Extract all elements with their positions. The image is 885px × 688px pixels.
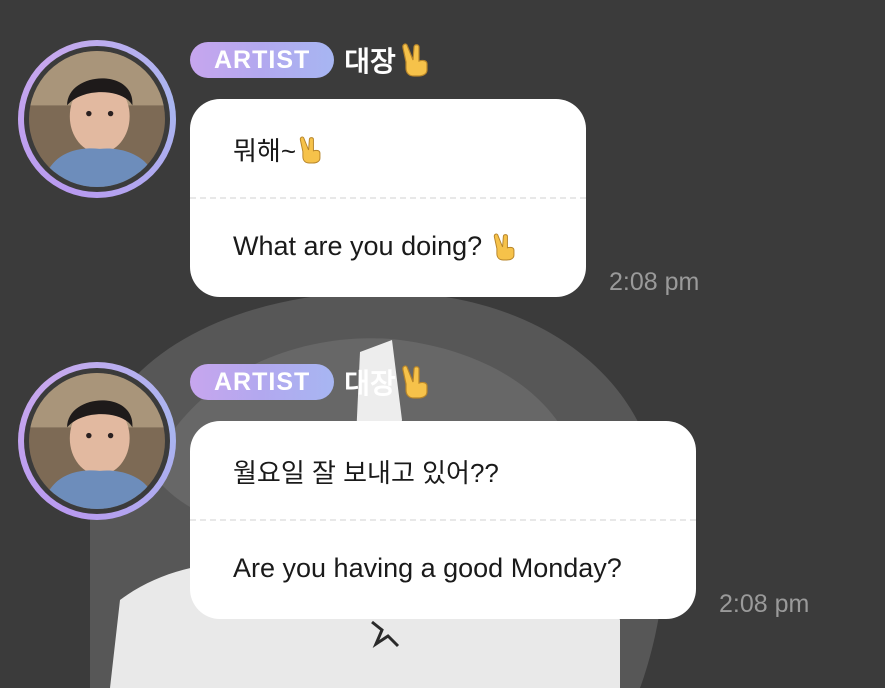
victory-hand-icon [400,43,432,77]
message-korean: 월요일 잘 보내고 있어?? [233,453,499,490]
sender-name[interactable]: 대장 [344,40,432,80]
sender-row: ARTIST 대장 [190,360,432,404]
message-korean: 뭐해~ [233,131,324,168]
message-bubble[interactable]: 월요일 잘 보내고 있어?? Are you having a good Mon… [190,421,696,619]
message-korean-text: 뭐해~ [233,136,297,166]
translation-divider [190,197,586,199]
sender-row: ARTIST 대장 [190,38,432,82]
avatar[interactable] [18,40,176,198]
victory-hand-icon [298,136,324,164]
translation-divider [190,519,696,521]
artist-badge: ARTIST [190,42,335,78]
message-english-text: What are you doing? [233,231,483,261]
artist-profile-photo [29,51,165,187]
victory-hand-icon [492,233,518,261]
sender-name-label: 대장 [344,368,396,399]
message-korean-text: 월요일 잘 보내고 있어?? [233,458,499,488]
victory-hand-icon [400,365,432,399]
avatar[interactable] [18,362,176,520]
message-english-text: Are you having a good Monday? [233,553,622,583]
artist-profile-photo [29,373,165,509]
message-english: Are you having a good Monday? [233,553,622,584]
message-english: What are you doing? [233,231,518,262]
message-timestamp: 2:08 pm [719,590,810,618]
artist-badge: ARTIST [190,364,335,400]
sender-name[interactable]: 대장 [344,362,432,402]
sender-name-label: 대장 [344,46,396,77]
message-timestamp: 2:08 pm [609,268,700,296]
message-bubble[interactable]: 뭐해~ What are you doing? [190,99,586,297]
